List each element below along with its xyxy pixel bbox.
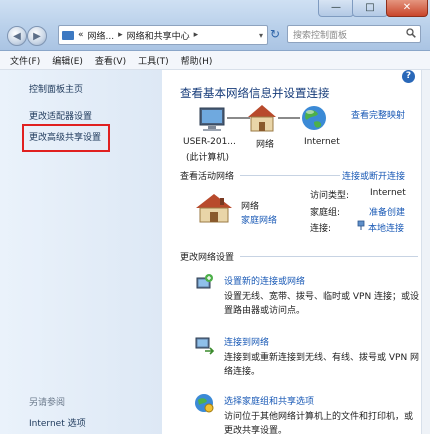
maximize-button[interactable]: □ (352, 0, 388, 17)
this-computer-label: (此计算机) (186, 153, 230, 163)
connect-to-network-link[interactable]: 连接到网络 (224, 335, 269, 348)
homegroup-sharing-icon (195, 394, 214, 413)
computer-name-label: USER-201... (183, 137, 236, 147)
address-overflow-icon[interactable]: « (78, 30, 84, 40)
vertical-scrollbar[interactable] (421, 70, 430, 434)
address-bar[interactable]: « 网络... ▸ 网络和共享中心 ▸ ▾ (58, 25, 268, 45)
homegroup-label: 家庭组: (310, 208, 341, 218)
back-arrow-icon: ◀ (13, 30, 21, 42)
menu-bar: 文件(F) 编辑(E) 查看(V) 工具(T) 帮助(H) (0, 51, 430, 70)
forward-arrow-icon: ▶ (33, 30, 41, 42)
setup-new-connection-desc: 设置无线、宽带、拨号、临时或 VPN 连接；或设置路由器或访问点。 (224, 292, 420, 316)
active-network-name: 网络 (241, 202, 260, 212)
internet-options-link[interactable]: Internet 选项 (29, 416, 86, 429)
menu-edit[interactable]: 编辑(E) (52, 54, 83, 67)
breadcrumb-separator-icon[interactable]: ▸ (194, 30, 199, 40)
menu-tools[interactable]: 工具(T) (138, 54, 169, 67)
menu-help[interactable]: 帮助(H) (181, 54, 213, 67)
home-network-icon (248, 105, 276, 132)
homegroup-sharing-link[interactable]: 选择家庭组和共享选项 (224, 394, 314, 407)
computer-icon (199, 107, 225, 131)
breadcrumb-sharing-center[interactable]: 网络和共享中心 (127, 29, 190, 42)
change-settings-header: 更改网络设置 (180, 253, 235, 263)
menu-view[interactable]: 查看(V) (95, 54, 126, 67)
search-input[interactable]: 搜索控制面板 (287, 25, 421, 43)
internet-label: Internet (304, 137, 340, 147)
access-type-label: 访问类型: (310, 191, 350, 201)
connect-to-network-icon (195, 337, 215, 355)
internet-globe-icon (302, 106, 326, 130)
minimize-button[interactable]: — (318, 0, 354, 17)
page-title: 查看基本网络信息并设置连接 (180, 86, 330, 100)
new-connection-icon (196, 274, 213, 289)
connection-label: 连接: (310, 224, 332, 234)
network-label: 网络 (256, 140, 275, 150)
refresh-icon[interactable]: ↻ (268, 27, 282, 41)
highlight-annotation-box (22, 124, 110, 152)
setup-new-connection-link[interactable]: 设置新的连接或网络 (224, 274, 305, 287)
active-networks-header: 查看活动网络 (180, 172, 235, 182)
house-network-icon (196, 194, 232, 223)
close-button[interactable]: ✕ (386, 0, 428, 17)
help-icon[interactable]: ? (402, 70, 415, 83)
network-type-link[interactable]: 家庭网络 (241, 213, 277, 226)
address-dropdown-icon[interactable]: ▾ (259, 31, 263, 40)
control-panel-icon (62, 30, 74, 40)
section-divider (240, 256, 418, 257)
search-icon[interactable] (406, 28, 416, 41)
title-bar: — □ ✕ ◀ ▶ « 网络... ▸ 网络和共享中心 ▸ ▾ ↻ 搜索控制面板 (0, 0, 430, 51)
breadcrumb-separator-icon[interactable]: ▸ (118, 30, 123, 40)
see-also-label: 另请参阅 (29, 398, 66, 408)
connect-to-network-desc: 连接到或重新连接到无线、有线、拨号或 VPN 网络连接。 (224, 353, 420, 377)
change-adapter-settings-link[interactable]: 更改适配器设置 (29, 109, 92, 122)
ethernet-icon (357, 220, 365, 230)
menu-file[interactable]: 文件(F) (10, 54, 40, 67)
connect-disconnect-link[interactable]: 连接或断开连接 (342, 169, 405, 182)
forward-button[interactable]: ▶ (27, 26, 47, 46)
section-divider (240, 175, 340, 176)
homegroup-ready-link[interactable]: 准备创建 (369, 205, 405, 218)
see-full-map-link[interactable]: 查看完整映射 (351, 108, 405, 121)
network-map (199, 105, 326, 132)
search-placeholder: 搜索控制面板 (293, 30, 348, 41)
control-panel-home-link[interactable]: 控制面板主页 (29, 82, 83, 95)
breadcrumb-network[interactable]: 网络... (88, 29, 115, 42)
back-button[interactable]: ◀ (7, 26, 27, 46)
access-type-value: Internet (370, 188, 406, 198)
local-connection-link[interactable]: 本地连接 (368, 221, 404, 234)
